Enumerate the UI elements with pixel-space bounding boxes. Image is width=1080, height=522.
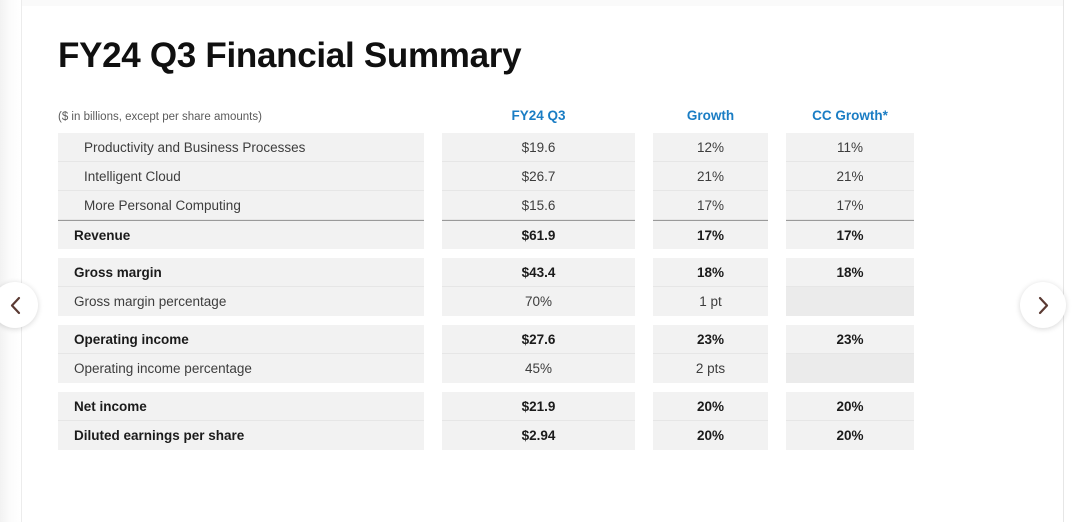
cell-growth: 23% (653, 325, 768, 355)
column-gap (424, 258, 442, 316)
cell-value: $61.9 (442, 220, 635, 250)
column-block-labels: Operating income Operating income percent… (58, 325, 424, 384)
cell-growth: 17% (653, 191, 768, 221)
cell-value: $2.94 (442, 421, 635, 451)
cell-growth: 1 pt (653, 287, 768, 317)
cell-cc-growth: 21% (786, 162, 914, 192)
cell-growth: 20% (653, 392, 768, 422)
cell-growth: 20% (653, 421, 768, 451)
row-label: Gross margin percentage (58, 287, 424, 317)
column-block-vals: $19.6 $26.7 $15.6 $61.9 (442, 133, 635, 250)
column-block-gro: 18% 1 pt (653, 258, 768, 317)
cell-cc-growth: 17% (786, 191, 914, 221)
row-label: Productivity and Business Processes (58, 133, 424, 163)
column-block-cc: 20% 20% (786, 392, 914, 451)
cell-growth: 2 pts (653, 354, 768, 384)
cell-value: $43.4 (442, 258, 635, 288)
cell-cc-growth (786, 287, 914, 317)
financial-summary-page: FY24 Q3 Financial Summary ($ in billions… (0, 0, 1080, 522)
row-label: More Personal Computing (58, 191, 424, 221)
table-group: Gross margin Gross margin percentage $43.4… (58, 258, 928, 317)
cell-cc-growth: 23% (786, 325, 914, 355)
cell-cc-growth: 20% (786, 421, 914, 451)
table-group: Productivity and Business Processes Intel… (58, 133, 928, 250)
column-block-vals: $27.6 45% (442, 325, 635, 384)
column-gap (768, 133, 786, 249)
column-block-cc: 18% (786, 258, 914, 317)
cell-value: $19.6 (442, 133, 635, 163)
column-block-cc: 23% (786, 325, 914, 384)
page-title: FY24 Q3 Financial Summary (58, 36, 522, 75)
column-gap (768, 392, 786, 450)
cell-cc-growth: 18% (786, 258, 914, 288)
cell-cc-growth: 17% (786, 220, 914, 250)
column-block-labels: Productivity and Business Processes Intel… (58, 133, 424, 250)
page-right-edge (1063, 0, 1080, 522)
column-header-cc-growth: CC Growth* (812, 108, 888, 124)
chevron-right-icon (1037, 296, 1050, 315)
column-gap (424, 392, 442, 450)
cell-cc-growth: 11% (786, 133, 914, 163)
table-header-row: ($ in billions, except per share amounts… (58, 103, 928, 123)
column-gap (768, 325, 786, 383)
row-label: Revenue (58, 220, 424, 250)
carousel-prev-button[interactable] (0, 282, 38, 328)
summary-content: FY24 Q3 Financial Summary ($ in billions… (58, 0, 928, 451)
column-block-vals: $21.9 $2.94 (442, 392, 635, 451)
page-left-edge (0, 0, 22, 522)
chevron-left-icon (9, 296, 22, 315)
table-group: Net income Diluted earnings per share $21.… (58, 392, 928, 451)
cell-value: $27.6 (442, 325, 635, 355)
cell-growth: 12% (653, 133, 768, 163)
column-block-gro: 20% 20% (653, 392, 768, 451)
column-block-gro: 12% 21% 17% 17% (653, 133, 768, 250)
column-gap (424, 325, 442, 383)
row-label: Diluted earnings per share (58, 421, 424, 451)
cell-value: 45% (442, 354, 635, 384)
cell-growth: 21% (653, 162, 768, 192)
column-header-value: FY24 Q3 (511, 108, 566, 124)
cell-cc-growth: 20% (786, 392, 914, 422)
cell-value: $21.9 (442, 392, 635, 422)
cell-value: $26.7 (442, 162, 635, 192)
column-block-cc: 11% 21% 17% 17% (786, 133, 914, 250)
row-label: Net income (58, 392, 424, 422)
carousel-next-button[interactable] (1020, 282, 1066, 328)
row-label: Operating income (58, 325, 424, 355)
units-note: ($ in billions, except per share amounts… (58, 111, 262, 124)
cell-growth: 18% (653, 258, 768, 288)
column-block-labels: Gross margin Gross margin percentage (58, 258, 424, 317)
column-block-labels: Net income Diluted earnings per share (58, 392, 424, 451)
column-gap (635, 325, 653, 383)
table-group: Operating income Operating income percent… (58, 325, 928, 384)
column-gap (635, 392, 653, 450)
column-header-growth: Growth (686, 108, 735, 124)
column-block-vals: $43.4 70% (442, 258, 635, 317)
row-label: Intelligent Cloud (58, 162, 424, 192)
cell-growth: 17% (653, 220, 768, 250)
row-label: Operating income percentage (58, 354, 424, 384)
row-label: Gross margin (58, 258, 424, 288)
column-gap (635, 258, 653, 316)
column-block-gro: 23% 2 pts (653, 325, 768, 384)
column-gap (768, 258, 786, 316)
cell-cc-growth (786, 354, 914, 384)
cell-value: $15.6 (442, 191, 635, 221)
column-gap (635, 133, 653, 249)
summary-table-body: Productivity and Business Processes Intel… (58, 133, 928, 451)
cell-value: 70% (442, 287, 635, 317)
column-gap (424, 133, 442, 249)
